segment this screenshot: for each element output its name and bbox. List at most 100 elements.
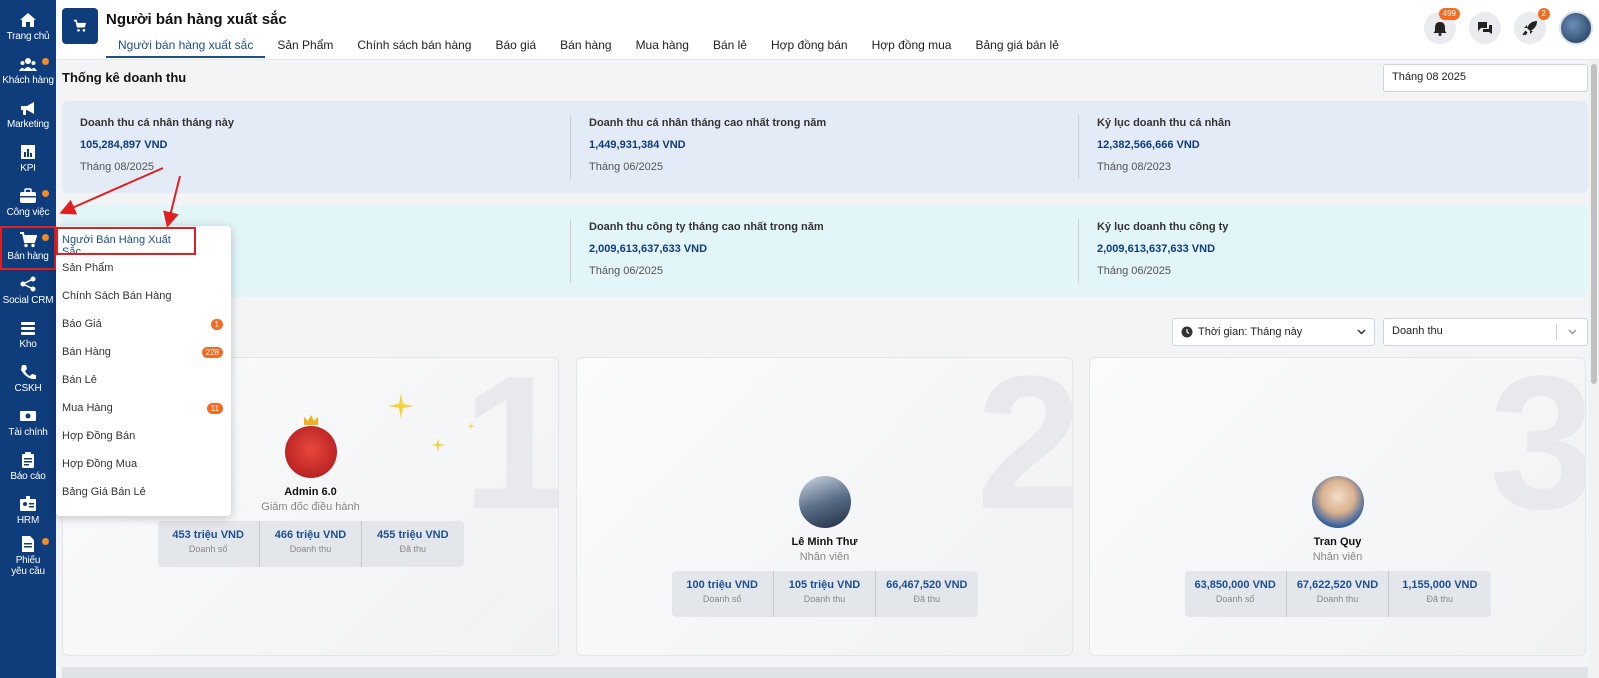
users-icon xyxy=(19,58,37,71)
stat-value: 105 triệu VND xyxy=(788,579,861,591)
tab-purchases[interactable]: Mua hàng xyxy=(624,36,701,58)
sidebar-item-hrm[interactable]: HRM xyxy=(0,490,56,534)
sidebar-item-label: Công việc xyxy=(6,207,50,218)
sidebar-item-label: Kho xyxy=(19,339,37,350)
stat-best-month: Doanh thu cá nhân tháng cao nhất trong n… xyxy=(570,115,1078,179)
sidebar-item-label: KPI xyxy=(20,163,36,174)
menu-item-excellent-seller[interactable]: Người Bán Hàng Xuất Sắc xyxy=(56,227,196,258)
stat-date: Tháng 06/2025 xyxy=(589,161,664,173)
tab-purchase-contracts[interactable]: Hợp đồng mua xyxy=(860,36,964,58)
tab-quotes[interactable]: Báo giá xyxy=(483,36,548,58)
menu-item-retail[interactable]: Bán Lẻ xyxy=(56,367,231,395)
chart-icon xyxy=(21,145,35,159)
sales-submenu: Người Bán Hàng Xuất Sắc Sản Phẩm Chính S… xyxy=(56,226,231,516)
stat-date: Tháng 08/2023 xyxy=(1097,161,1172,173)
select-divider xyxy=(1556,324,1557,340)
rank-person: Tran Quy Nhân viên 63,850,000 VND Doanh s… xyxy=(1090,476,1585,617)
sidebar-item-reports[interactable]: Báo cáo xyxy=(0,446,56,490)
sidebar-item-warehouse[interactable]: Kho xyxy=(0,314,56,358)
metric-filter-select[interactable]: Doanh thu xyxy=(1383,318,1588,346)
table-header xyxy=(62,667,1588,678)
stat-collected: 66,467,520 VND Đã thu xyxy=(875,571,977,617)
stat-label: Doanh thu cá nhân tháng này xyxy=(80,117,235,129)
sidebar-item-marketing[interactable]: Marketing xyxy=(0,94,56,138)
stat-collected: 1,155,000 VND Đã thu xyxy=(1388,571,1490,617)
stat-revenue: 67,622,520 VND Doanh thu xyxy=(1285,571,1388,617)
menu-item-sales[interactable]: Bán Hàng 228 xyxy=(56,339,231,367)
top-header: Người bán hàng xuất sắc Người bán hàng x… xyxy=(56,0,1599,60)
home-icon xyxy=(20,13,36,27)
sidebar-item-label: HRM xyxy=(16,515,40,526)
menu-item-purchase-contracts[interactable]: Hợp Đồng Mua xyxy=(56,451,231,479)
sidebar-item-label: CSKH xyxy=(14,383,42,394)
menu-item-products[interactable]: Sản Phẩm xyxy=(56,255,231,283)
rocket-button[interactable]: 2 xyxy=(1514,8,1550,44)
stat-label: Đã thu xyxy=(399,544,427,554)
tab-sales-contracts[interactable]: Hợp đồng bán xyxy=(759,36,860,58)
stat-value: 1,155,000 VND xyxy=(1402,579,1478,591)
tab-excellent-seller[interactable]: Người bán hàng xuất sắc xyxy=(106,36,266,58)
sidebar-item-label: Báo cáo xyxy=(10,471,46,482)
stat-label: Kỷ lục doanh thu công ty xyxy=(1097,221,1229,233)
tab-retail[interactable]: Bán lẻ xyxy=(701,36,759,58)
sidebar-item-label: Khách hàng xyxy=(2,75,54,86)
stat-label: Doanh thu cá nhân tháng cao nhất trong n… xyxy=(589,117,827,129)
sidebar-item-home[interactable]: Trang chủ xyxy=(0,6,56,50)
stat-date: Tháng 06/2025 xyxy=(589,265,664,277)
menu-item-label: Bảng Giá Bán Lẻ xyxy=(62,486,146,498)
sidebar-item-kpi[interactable]: KPI xyxy=(0,138,56,182)
personal-revenue-card: Doanh thu cá nhân tháng này 105,284,897 … xyxy=(62,101,1588,193)
menu-item-quotes[interactable]: Báo Giá 1 xyxy=(56,311,231,339)
menu-item-label: Hợp Đồng Mua xyxy=(62,458,138,470)
menu-item-purchases[interactable]: Mua Hàng 11 xyxy=(56,395,231,423)
menu-item-label: Bán Hàng xyxy=(62,346,111,358)
rank-role: Nhân viên xyxy=(799,551,850,563)
stat-label: Đã thu xyxy=(913,594,941,604)
id-card-icon xyxy=(20,496,36,511)
sidebar-item-customers[interactable]: Khách hàng xyxy=(0,50,56,94)
stat-value: 12,382,566,666 VND xyxy=(1097,139,1200,151)
megaphone-icon xyxy=(21,102,34,115)
scrollbar-thumb[interactable] xyxy=(1591,64,1597,384)
stat-value: 67,622,520 VND xyxy=(1296,579,1379,591)
tab-sales[interactable]: Bán hàng xyxy=(548,36,623,58)
tab-retail-price-list[interactable]: Bảng giá bán lẻ xyxy=(963,36,1070,58)
warehouse-icon xyxy=(21,322,35,335)
stat-value: 100 triệu VND xyxy=(686,579,758,591)
tab-sales-policy[interactable]: Chính sách bán hàng xyxy=(345,36,483,58)
menu-item-sales-policy[interactable]: Chính Sách Bán Hàng xyxy=(56,283,231,311)
revenue-stats-title: Thống kê doanh thu xyxy=(62,70,187,85)
chat-button[interactable] xyxy=(1469,12,1501,44)
rank-name: Tran Quy xyxy=(1313,536,1362,548)
menu-item-sales-contracts[interactable]: Hợp Đồng Bán xyxy=(56,423,231,451)
avatar xyxy=(1311,476,1364,528)
sidebar-item-requests[interactable]: Phiếu yêu cầu xyxy=(0,530,56,580)
user-avatar[interactable] xyxy=(1559,11,1593,45)
menu-item-label: Sản Phẩm xyxy=(62,262,114,274)
rank-stats: 100 triệu VND Doanh số 105 triệu VND Doanh… xyxy=(671,571,978,617)
tab-products[interactable]: Sản Phẩm xyxy=(265,36,345,58)
app-icon xyxy=(62,8,98,44)
notification-count-badge: 499 xyxy=(1438,8,1460,20)
sidebar-item-sales[interactable]: Bán hàng xyxy=(0,226,56,270)
menu-item-label: Hợp Đồng Bán xyxy=(62,430,136,442)
stat-label: Doanh số xyxy=(1215,594,1255,604)
sidebar-item-finance[interactable]: Tài chính xyxy=(0,402,56,446)
stat-collected: 455 triệu VND Đã thu xyxy=(361,521,463,567)
time-filter-value: Thời gian: Tháng này xyxy=(1198,326,1303,338)
sidebar: Trang chủ Khách hàng Marketing KPI Công … xyxy=(0,0,56,678)
rank-stats: 63,850,000 VND Doanh số 67,622,520 VND Doa… xyxy=(1184,571,1491,617)
menu-item-retail-price-list[interactable]: Bảng Giá Bán Lẻ xyxy=(56,479,231,507)
stat-value: 453 triệu VND xyxy=(172,529,244,541)
sidebar-item-tasks[interactable]: Công việc xyxy=(0,182,56,226)
month-picker[interactable]: Tháng 08 2025 xyxy=(1383,64,1588,92)
notifications-button[interactable]: 499 xyxy=(1424,8,1460,44)
sidebar-item-customer-care[interactable]: CSKH xyxy=(0,358,56,402)
menu-item-label: Mua Hàng xyxy=(62,402,113,414)
time-filter-select[interactable]: Thời gian: Tháng này xyxy=(1172,318,1375,346)
bell-icon xyxy=(1433,21,1447,36)
stat-company-best-month: Doanh thu công ty tháng cao nhất trong n… xyxy=(570,219,1078,283)
menu-item-label: Chính Sách Bán Hàng xyxy=(62,290,172,302)
sidebar-item-social-crm[interactable]: Social CRM xyxy=(0,270,56,314)
rocket-count-badge: 2 xyxy=(1537,8,1550,20)
